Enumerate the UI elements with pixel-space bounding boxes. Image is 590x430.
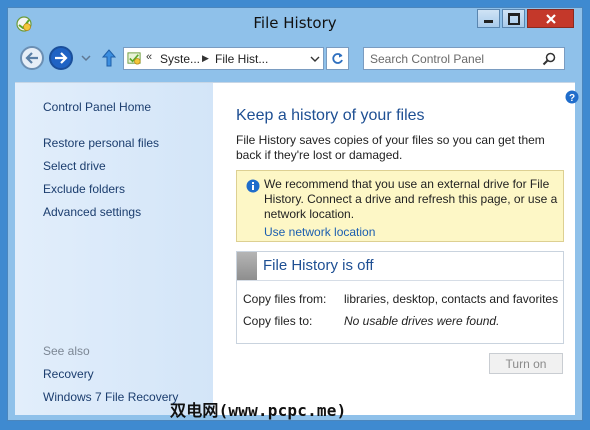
control-panel-home-link[interactable]: Control Panel Home [43, 100, 151, 114]
content-area: Control Panel Home Restore personal file… [15, 82, 579, 415]
forward-button[interactable] [49, 46, 73, 70]
refresh-icon [332, 53, 343, 64]
page-title: Keep a history of your files [236, 107, 425, 124]
sidebar-item-restore-personal-files[interactable]: Restore personal files [43, 136, 159, 150]
sidebar-item-select-drive[interactable]: Select drive [43, 159, 106, 173]
recommendation-notice: We recommend that you use an external dr… [236, 170, 564, 242]
status-title: File History is off [263, 257, 374, 274]
address-overflow-chevron[interactable]: « [146, 51, 152, 63]
up-arrow-icon[interactable] [100, 48, 118, 68]
copy-from-value: libraries, desktop, contacts and favorit… [344, 292, 559, 306]
back-button[interactable] [20, 46, 44, 70]
copy-from-label: Copy files from: [243, 292, 327, 306]
help-icon[interactable]: ? [565, 90, 579, 104]
notice-text: We recommend that you use an external dr… [264, 177, 558, 221]
minimize-button[interactable] [477, 9, 500, 28]
file-history-icon [127, 52, 141, 65]
close-icon [545, 13, 556, 24]
navigation-bar: « Syste... ▶ File Hist... [8, 38, 582, 82]
breadcrumb-file-history[interactable]: File Hist... [215, 52, 268, 66]
close-button[interactable] [527, 9, 574, 28]
sidebar-item-exclude-folders[interactable]: Exclude folders [43, 182, 125, 196]
title-bar[interactable]: File History [8, 8, 582, 38]
see-also-heading: See also [43, 344, 90, 358]
sidebar-item-advanced-settings[interactable]: Advanced settings [43, 205, 141, 219]
chevron-down-icon[interactable] [310, 54, 320, 64]
search-icon[interactable] [542, 52, 556, 66]
recent-locations-dropdown-icon[interactable] [80, 52, 92, 64]
turn-on-button[interactable]: Turn on [489, 353, 563, 374]
file-history-window: File History « Syste... ▶ File Hist... S… [7, 7, 583, 421]
minimize-icon [484, 20, 493, 23]
breadcrumb-separator-icon[interactable]: ▶ [202, 53, 209, 64]
status-indicator [237, 252, 257, 280]
page-description: File History saves copies of your files … [236, 133, 545, 162]
address-bar[interactable]: « Syste... ▶ File Hist... [123, 47, 324, 70]
status-header: File History is off [237, 252, 563, 281]
back-arrow-icon [25, 52, 38, 64]
use-network-location-link[interactable]: Use network location [264, 225, 375, 239]
svg-text:?: ? [569, 93, 575, 104]
info-icon [246, 179, 260, 193]
breadcrumb-system[interactable]: Syste... [160, 52, 200, 66]
copy-to-value: No usable drives were found. [344, 314, 500, 328]
maximize-button[interactable] [502, 9, 525, 28]
refresh-button[interactable] [326, 47, 349, 70]
copy-to-label: Copy files to: [243, 314, 313, 328]
main-panel: ? Keep a history of your files File Hist… [213, 83, 579, 415]
see-also-recovery-link[interactable]: Recovery [43, 367, 94, 381]
sidebar: Control Panel Home Restore personal file… [15, 83, 213, 415]
forward-arrow-icon [55, 52, 68, 64]
maximize-icon [507, 12, 520, 25]
search-box[interactable] [363, 47, 565, 70]
search-input[interactable] [370, 51, 535, 66]
see-also-windows7-file-recovery-link[interactable]: Windows 7 File Recovery [43, 390, 178, 404]
status-box: File History is off Copy files from: lib… [236, 251, 564, 344]
watermark-text: 双电网(www.pcpc.me) [170, 401, 347, 420]
